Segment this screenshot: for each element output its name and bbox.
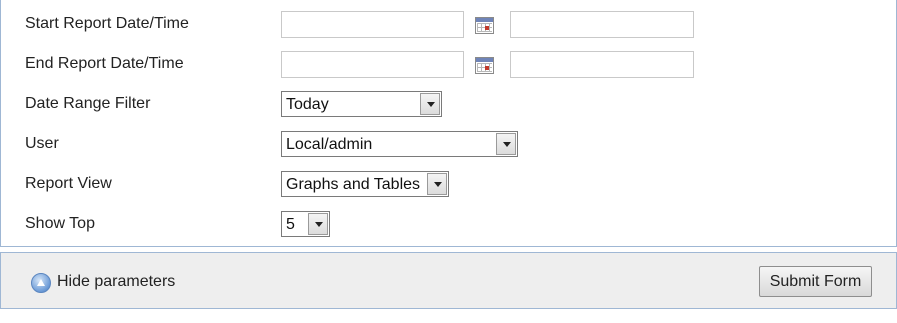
start-date-row: Start Report Date/Time	[1, 5, 896, 45]
start-date-label: Start Report Date/Time	[25, 15, 189, 32]
end-date-row: End Report Date/Time	[1, 45, 896, 85]
submit-form-button[interactable]: Submit Form	[759, 266, 872, 297]
report-view-select[interactable]: Graphs and Tables	[281, 171, 449, 197]
end-time-input[interactable]	[510, 51, 694, 78]
end-date-input[interactable]	[281, 51, 464, 78]
start-time-input[interactable]	[510, 11, 694, 38]
start-date-input[interactable]	[281, 11, 464, 38]
parameters-panel: Start Report Date/Time End Report Date/T…	[0, 0, 897, 247]
report-view-value: Graphs and Tables	[286, 176, 421, 193]
date-range-value: Today	[286, 96, 329, 113]
chevron-down-icon[interactable]	[420, 93, 440, 115]
user-value: Local/admin	[286, 136, 373, 153]
chevron-down-icon[interactable]	[496, 133, 516, 155]
chevron-down-icon[interactable]	[308, 213, 328, 235]
hide-parameters-label[interactable]: Hide parameters	[57, 273, 175, 291]
show-top-row: Show Top 5	[1, 205, 896, 245]
report-view-label: Report View	[25, 175, 112, 192]
show-top-value: 5	[286, 216, 295, 233]
chevron-down-icon[interactable]	[427, 173, 447, 195]
end-date-label: End Report Date/Time	[25, 55, 184, 72]
user-label: User	[25, 135, 59, 152]
collapse-up-icon[interactable]	[31, 273, 51, 293]
date-range-select[interactable]: Today	[281, 91, 442, 117]
date-range-label: Date Range Filter	[25, 95, 151, 112]
show-top-label: Show Top	[25, 215, 95, 232]
user-row: User Local/admin	[1, 125, 896, 165]
user-select[interactable]: Local/admin	[281, 131, 518, 157]
calendar-icon[interactable]	[475, 57, 494, 74]
form-footer: Hide parameters Submit Form	[0, 252, 897, 309]
date-range-row: Date Range Filter Today	[1, 85, 896, 125]
show-top-select[interactable]: 5	[281, 211, 330, 237]
report-view-row: Report View Graphs and Tables	[1, 165, 896, 205]
calendar-icon[interactable]	[475, 17, 494, 34]
